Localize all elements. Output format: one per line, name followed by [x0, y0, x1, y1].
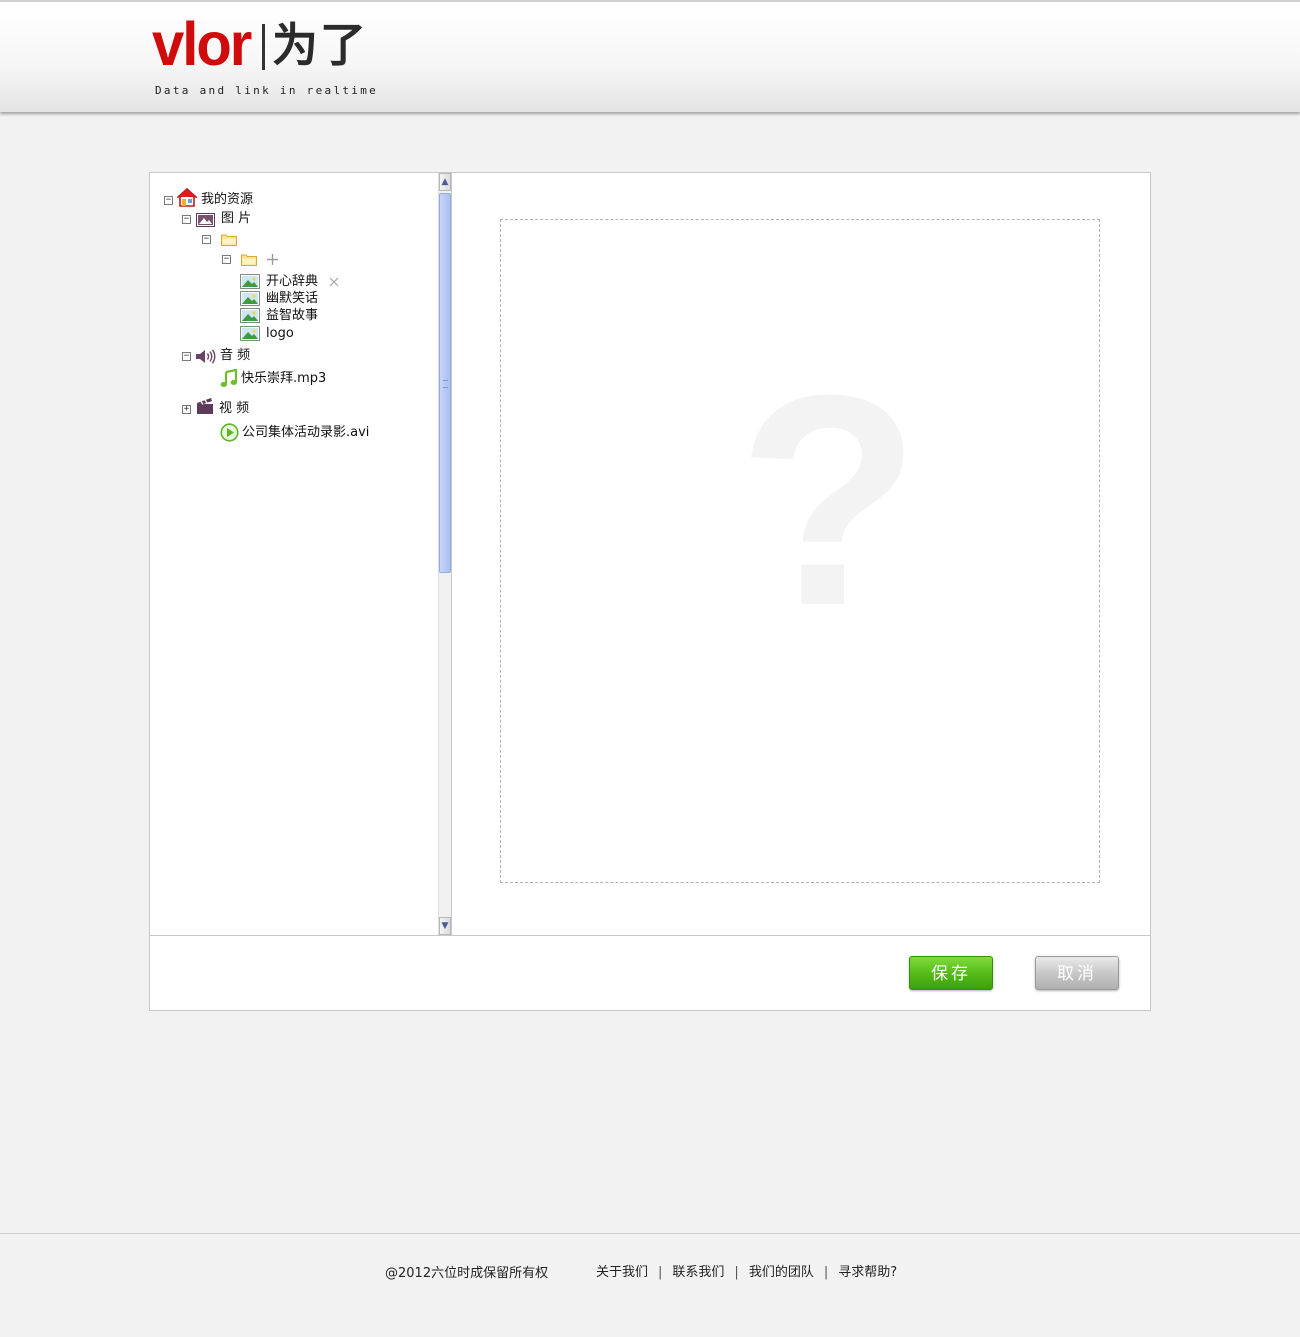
tree-leaf-image[interactable]: 益智故事 — [240, 306, 340, 326]
resource-tree: − 我的资源 − 图 片 − − 开心辞典 幽默笑话 益智故事 logo − 音… — [150, 173, 438, 935]
scroll-grip — [443, 380, 448, 388]
speaker-icon — [196, 349, 216, 364]
tree-node-audio[interactable]: − 音 频 — [182, 346, 282, 366]
preview-frame: ? — [500, 219, 1100, 883]
tree-node-video[interactable]: + 视 频 — [182, 398, 282, 419]
tree-node-label: 音 频 — [220, 348, 251, 363]
tree-leaf-label: 益智故事 — [266, 308, 319, 323]
scroll-down-button[interactable]: ▼ — [439, 917, 451, 935]
footer-separator: | — [734, 1265, 739, 1280]
add-icon[interactable] — [266, 253, 279, 266]
tree-node-root[interactable]: − 我的资源 — [164, 188, 284, 210]
tree-leaf-label: 快乐崇拜.mp3 — [241, 371, 327, 386]
tree-node-folder[interactable]: − — [222, 249, 302, 269]
tree-node-folder[interactable]: − — [202, 229, 262, 249]
resource-tree-pane: − 我的资源 − 图 片 − − 开心辞典 幽默笑话 益智故事 logo − 音… — [150, 173, 452, 936]
footer-link-contact[interactable]: 联系我们 — [672, 1265, 724, 1280]
preview-placeholder-icon: ? — [737, 332, 921, 668]
collapse-toggle-icon[interactable]: − — [222, 255, 231, 264]
tree-leaf-video[interactable]: 公司集体活动录影.avi — [220, 423, 410, 443]
site-logo[interactable]: vlor 为了 Data and link in realtime — [152, 10, 376, 102]
collapse-toggle-icon[interactable]: − — [182, 215, 191, 224]
image-file-icon — [240, 308, 260, 323]
clapperboard-icon — [197, 398, 213, 414]
collapse-toggle-icon[interactable]: − — [164, 196, 173, 205]
music-note-icon — [220, 369, 238, 387]
image-file-icon — [240, 326, 260, 341]
play-icon — [220, 423, 239, 442]
delete-icon[interactable] — [329, 277, 339, 287]
footer-link-about[interactable]: 关于我们 — [596, 1265, 648, 1280]
image-file-icon — [240, 274, 260, 289]
scroll-thumb[interactable] — [439, 193, 451, 573]
tree-node-label: 我的资源 — [201, 192, 254, 207]
tree-leaf-label: 公司集体活动录影.avi — [242, 425, 370, 440]
scroll-up-button[interactable]: ▲ — [439, 173, 451, 191]
footer-link-help[interactable]: 寻求帮助? — [838, 1265, 897, 1280]
logo-brand-text: vlor — [152, 10, 252, 79]
tree-node-images[interactable]: − 图 片 — [182, 209, 282, 229]
image-file-icon — [240, 291, 260, 306]
save-button[interactable]: 保存 — [909, 956, 993, 990]
tree-node-label: 视 频 — [219, 401, 250, 416]
site-footer: @2012六位时成保留所有权 关于我们 | 联系我们 | 我们的团队 | 寻求帮助? — [0, 1233, 1300, 1337]
footer-links: 关于我们 | 联系我们 | 我们的团队 | 寻求帮助? — [596, 1261, 897, 1280]
home-icon — [177, 188, 197, 207]
logo-divider — [262, 24, 265, 70]
cancel-button[interactable]: 取消 — [1035, 956, 1119, 990]
action-bar: 保存 取消 — [150, 935, 1150, 1010]
footer-link-team[interactable]: 我们的团队 — [749, 1265, 814, 1280]
tree-scrollbar[interactable]: ▲ ▼ — [438, 173, 451, 935]
collapse-toggle-icon[interactable]: − — [182, 352, 191, 361]
preview-pane: ? — [452, 173, 1150, 935]
tree-leaf-image[interactable]: logo — [240, 324, 340, 344]
tree-leaf-label: logo — [266, 326, 294, 341]
logo-brand-cn: 为了 — [272, 18, 368, 72]
logo-tagline: Data and link in realtime — [155, 84, 379, 97]
picture-folder-icon — [196, 213, 215, 227]
expand-toggle-icon[interactable]: + — [182, 405, 191, 414]
copyright-text: @2012六位时成保留所有权 — [385, 1266, 549, 1281]
folder-icon — [241, 254, 257, 266]
site-header: vlor 为了 Data and link in realtime — [0, 0, 1300, 112]
collapse-toggle-icon[interactable]: − — [202, 235, 211, 244]
folder-icon — [221, 234, 237, 246]
footer-separator: | — [823, 1265, 829, 1280]
resource-panel: − 我的资源 − 图 片 − − 开心辞典 幽默笑话 益智故事 logo − 音… — [149, 172, 1151, 1011]
tree-node-label: 图 片 — [221, 211, 252, 226]
footer-separator: | — [658, 1265, 663, 1280]
tree-leaf-audio[interactable]: 快乐崇拜.mp3 — [220, 369, 350, 389]
